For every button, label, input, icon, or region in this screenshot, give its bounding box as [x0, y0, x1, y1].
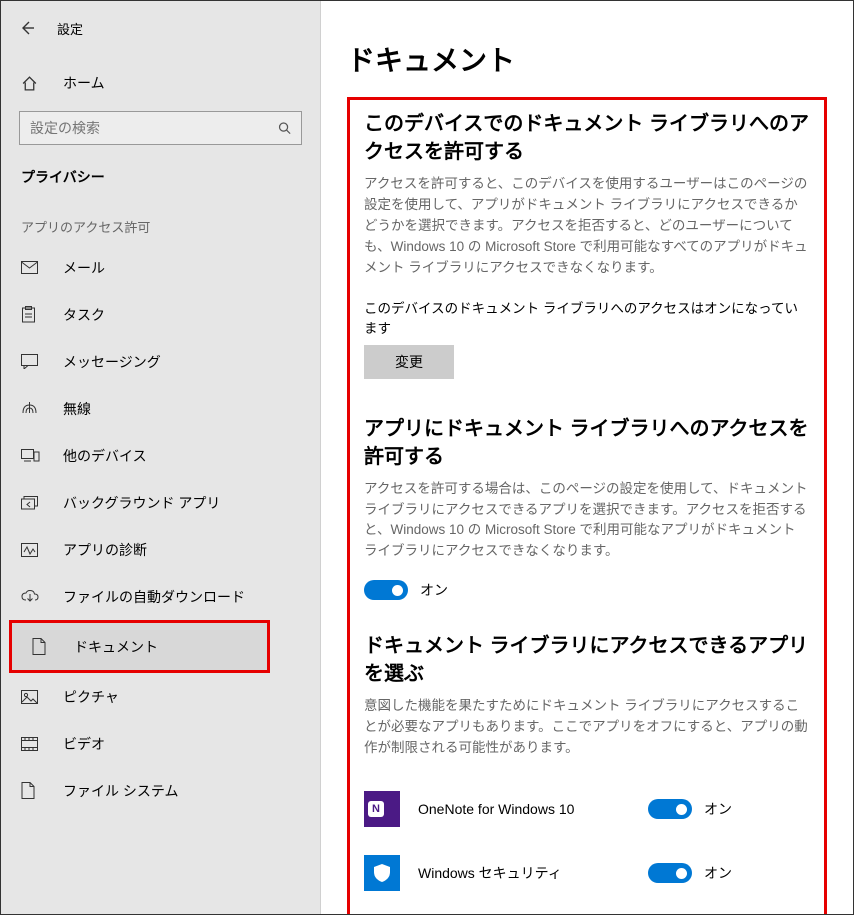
sidebar-item-tasks[interactable]: タスク: [1, 291, 320, 338]
category-label: プライバシー: [1, 155, 320, 195]
group1-desc: アクセスを許可すると、このデバイスを使用するユーザーはこのページの設定を使用して…: [364, 174, 810, 279]
sidebar-item-radios[interactable]: 無線: [1, 385, 320, 432]
sidebar-item-label: ビデオ: [63, 734, 105, 754]
app-name: Windows セキュリティ: [418, 863, 648, 883]
sidebar-item-messaging[interactable]: メッセージング: [1, 338, 320, 385]
sidebar-item-label: ファイル システム: [63, 781, 178, 801]
window-title: 設定: [49, 19, 83, 38]
group2-toggle-row: オン: [364, 580, 810, 600]
sidebar-item-label: バックグラウンド アプリ: [63, 493, 220, 513]
app-toggle-security[interactable]: [648, 863, 692, 883]
sidebar-item-documents[interactable]: ドキュメント: [12, 623, 267, 670]
home-label: ホーム: [63, 73, 105, 93]
sidebar-item-mail[interactable]: メール: [1, 244, 320, 291]
settings-app: 設定 ホーム プライバシー アプリのアクセス許可 メール: [0, 0, 854, 915]
highlight-box-nav: ドキュメント: [9, 620, 270, 673]
sidebar-item-app-diagnostics[interactable]: アプリの診断: [1, 526, 320, 573]
sidebar-item-background-apps[interactable]: バックグラウンド アプリ: [1, 479, 320, 526]
group2-desc: アクセスを許可する場合は、このページの設定を使用して、ドキュメント ライブラリに…: [364, 479, 810, 563]
file-system-icon: [21, 782, 45, 799]
sidebar-item-label: 無線: [63, 399, 91, 419]
sidebar: 設定 ホーム プライバシー アプリのアクセス許可 メール: [1, 1, 321, 914]
sidebar-item-file-system[interactable]: ファイル システム: [1, 767, 320, 814]
sidebar-item-label: メッセージング: [63, 352, 161, 372]
search-input[interactable]: [19, 111, 302, 145]
subsection-label: アプリのアクセス許可: [1, 195, 320, 244]
search-icon: [277, 121, 292, 136]
group2-toggle-label: オン: [420, 580, 448, 600]
search-box: [19, 111, 302, 145]
mail-icon: [21, 261, 45, 274]
app-row-feedback: フィードバック Hub オン: [364, 905, 810, 914]
group3-desc: 意図した機能を果たすためにドキュメント ライブラリにアクセスすることが必要なアプ…: [364, 696, 810, 759]
nav-list: メール タスク メッセージング 無線: [1, 244, 320, 814]
other-devices-icon: [21, 449, 45, 463]
group3-title: ドキュメント ライブラリにアクセスできるアプリを選ぶ: [364, 632, 810, 688]
auto-downloads-icon: [21, 590, 45, 603]
sidebar-item-other-devices[interactable]: 他のデバイス: [1, 432, 320, 479]
app-toggle-label: オン: [704, 863, 732, 883]
security-icon: [364, 855, 400, 891]
sidebar-item-label: メール: [63, 258, 105, 278]
sidebar-item-label: ファイルの自動ダウンロード: [63, 587, 245, 607]
home-nav[interactable]: ホーム: [1, 61, 320, 105]
documents-icon: [32, 638, 56, 655]
pictures-icon: [21, 690, 45, 704]
app-row-onenote: OneNote for Windows 10 オン: [364, 777, 810, 841]
group2-toggle[interactable]: [364, 580, 408, 600]
messaging-icon: [21, 354, 45, 369]
app-name: OneNote for Windows 10: [418, 801, 648, 817]
sidebar-item-label: タスク: [63, 305, 105, 325]
tasks-icon: [21, 306, 45, 323]
group2-title: アプリにドキュメント ライブラリへのアクセスを許可する: [364, 415, 810, 471]
sidebar-item-auto-downloads[interactable]: ファイルの自動ダウンロード: [1, 573, 320, 620]
app-diagnostics-icon: [21, 543, 45, 557]
app-toggle-onenote[interactable]: [648, 799, 692, 819]
sidebar-item-label: ドキュメント: [74, 637, 158, 657]
app-list: OneNote for Windows 10 オン Windows セキュリティ…: [364, 777, 810, 914]
sidebar-item-videos[interactable]: ビデオ: [1, 720, 320, 767]
sidebar-item-label: ピクチャ: [63, 687, 119, 707]
app-row-security: Windows セキュリティ オン: [364, 841, 810, 905]
group1-title: このデバイスでのドキュメント ライブラリへのアクセスを許可する: [364, 110, 810, 166]
change-button[interactable]: 変更: [364, 345, 454, 379]
back-button[interactable]: [5, 8, 49, 48]
sidebar-item-pictures[interactable]: ピクチャ: [1, 673, 320, 720]
highlight-box-main: このデバイスでのドキュメント ライブラリへのアクセスを許可する アクセスを許可す…: [347, 97, 827, 914]
group1-status: このデバイスのドキュメント ライブラリへのアクセスはオンになっています: [364, 297, 810, 337]
videos-icon: [21, 737, 45, 751]
sidebar-item-label: アプリの診断: [63, 540, 147, 560]
home-icon: [21, 75, 45, 92]
page-title: ドキュメント: [347, 39, 827, 79]
sidebar-item-label: 他のデバイス: [63, 446, 147, 466]
app-toggle-label: オン: [704, 799, 732, 819]
onenote-icon: [364, 791, 400, 827]
sidebar-header: 設定: [1, 1, 320, 49]
radios-icon: [21, 401, 45, 416]
background-apps-icon: [21, 496, 45, 510]
main-panel: ドキュメント このデバイスでのドキュメント ライブラリへのアクセスを許可する ア…: [321, 1, 853, 914]
